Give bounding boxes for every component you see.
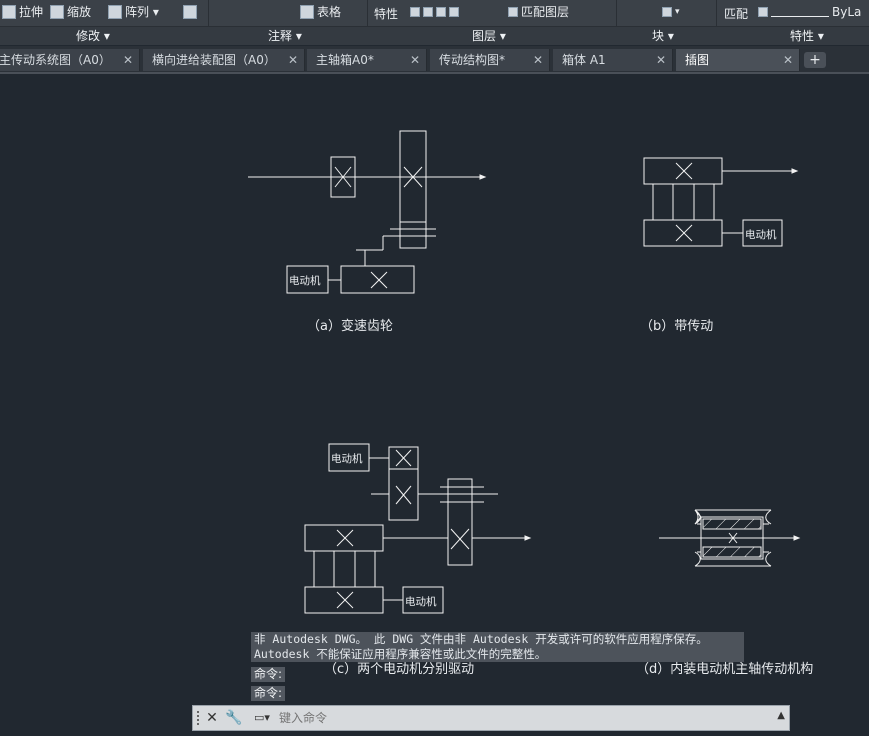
stretch-icon bbox=[2, 5, 16, 19]
tab-housing[interactable]: 箱体 A1 ✕ bbox=[553, 49, 673, 71]
linetype-icon bbox=[758, 7, 768, 17]
diagram-d-built-in-motor bbox=[659, 509, 801, 567]
scale-icon bbox=[50, 5, 64, 19]
caption-b: （b）带传动 bbox=[640, 319, 714, 334]
panel-properties[interactable]: 特性 ▾ bbox=[790, 27, 824, 45]
command-prompt-2: 命令: bbox=[251, 686, 286, 701]
motor-label-c1: 电动机 bbox=[331, 453, 363, 465]
layer-tools[interactable] bbox=[410, 2, 459, 22]
command-history: 非 Autodesk DWG。 此 DWG 文件由非 Autodesk 开发或许… bbox=[251, 632, 744, 662]
panel-block[interactable]: 块 ▾ bbox=[652, 27, 674, 45]
command-input[interactable] bbox=[279, 709, 759, 727]
tab-feed-assembly[interactable]: 横向进给装配图（A0） ✕ bbox=[143, 49, 305, 71]
motor-label-b: 电动机 bbox=[745, 229, 777, 241]
motor-label-a: 电动机 bbox=[289, 275, 321, 287]
diagram-a-gearbox bbox=[248, 130, 487, 294]
close-icon[interactable]: ✕ bbox=[533, 49, 543, 71]
match-layer-button[interactable]: 匹配图层 bbox=[508, 2, 569, 22]
close-icon[interactable]: ✕ bbox=[783, 49, 793, 71]
wrench-icon[interactable]: 🔧 bbox=[225, 709, 243, 727]
chevron-up-icon[interactable]: ▲ bbox=[777, 710, 785, 721]
table-icon bbox=[300, 5, 314, 19]
match-properties-button[interactable]: 匹配 bbox=[724, 4, 748, 24]
diagram-c-dual-motor bbox=[304, 443, 532, 614]
tab-main-drive[interactable]: 主传动系统图（A0） ✕ bbox=[0, 49, 140, 71]
array-button[interactable]: 阵列 ▾ bbox=[108, 2, 159, 22]
close-icon[interactable]: ✕ bbox=[123, 49, 133, 71]
panel-annotate[interactable]: 注释 ▾ bbox=[268, 27, 302, 45]
layer-on-icon bbox=[410, 7, 420, 17]
file-tabs: 主传动系统图（A0） ✕ 横向进给装配图（A0） ✕ 主轴箱A0* ✕ 传动结构图* ✕… bbox=[0, 46, 869, 74]
table-button[interactable]: 表格 bbox=[300, 2, 341, 22]
block-icon bbox=[662, 7, 672, 17]
close-icon[interactable]: ✕ bbox=[656, 49, 666, 71]
layer-properties-button[interactable]: 特性 bbox=[374, 4, 398, 24]
drawing-canvas[interactable] bbox=[0, 74, 869, 704]
match-layer-icon bbox=[508, 7, 518, 17]
recent-commands-icon[interactable]: ▭▾ bbox=[249, 709, 275, 727]
close-icon[interactable]: ✕ bbox=[288, 49, 298, 71]
block-tool-button[interactable]: ▾ bbox=[662, 2, 680, 22]
offset-icon bbox=[183, 5, 197, 19]
motor-label-c2: 电动机 bbox=[405, 596, 437, 608]
offset-button[interactable] bbox=[183, 2, 197, 22]
tab-illustration[interactable]: 插图 ✕ bbox=[676, 49, 800, 71]
tab-drive-structure[interactable]: 传动结构图* ✕ bbox=[430, 49, 550, 71]
ribbon: 拉伸 缩放 阵列 ▾ 表格 特性 匹配图层 ▾ 匹配 ByLa 修改 ▾ 注释 … bbox=[0, 0, 869, 45]
tab-headstock[interactable]: 主轴箱A0* ✕ bbox=[307, 49, 427, 71]
stretch-button[interactable]: 拉伸 bbox=[2, 2, 43, 22]
close-icon[interactable]: ✕ bbox=[203, 709, 221, 727]
caption-a: （a）变速齿轮 bbox=[307, 319, 393, 334]
layer-freeze-icon bbox=[423, 7, 433, 17]
layer-lock-icon bbox=[436, 7, 446, 17]
ribbon-panel-bar: 修改 ▾ 注释 ▾ 图层 ▾ 块 ▾ 特性 ▾ bbox=[0, 26, 869, 45]
panel-modify[interactable]: 修改 ▾ bbox=[76, 27, 110, 45]
array-icon bbox=[108, 5, 122, 19]
command-prompt-1: 命令: bbox=[251, 667, 286, 682]
command-line: ✕ 🔧 ▭▾ ▲ bbox=[192, 705, 790, 731]
scale-button[interactable]: 缩放 bbox=[50, 2, 91, 22]
linetype-dropdown[interactable]: ByLa bbox=[758, 2, 861, 22]
panel-layers[interactable]: 图层 ▾ bbox=[472, 27, 506, 45]
close-icon[interactable]: ✕ bbox=[410, 49, 420, 71]
layer-color-icon bbox=[449, 7, 459, 17]
new-tab-button[interactable]: + bbox=[804, 52, 826, 68]
